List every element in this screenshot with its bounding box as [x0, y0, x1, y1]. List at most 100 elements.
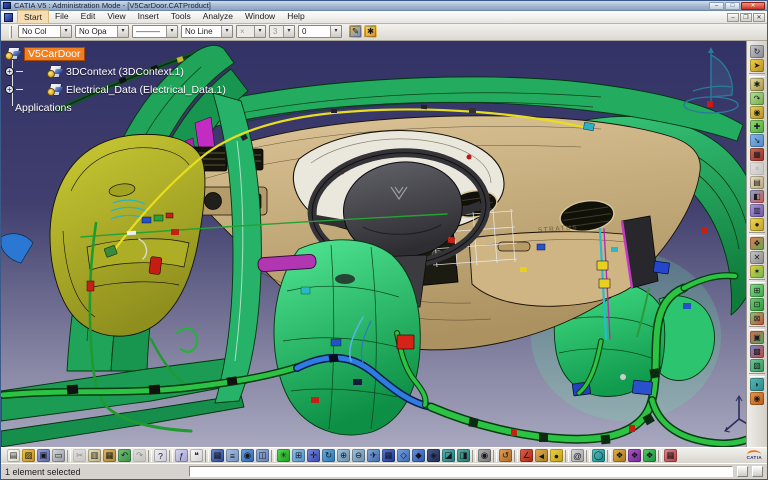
menu-item[interactable]: Start: [17, 10, 49, 24]
menu-item[interactable]: Help: [281, 10, 310, 24]
iso-view-icon[interactable]: ◇: [397, 449, 410, 462]
at-symbol-icon[interactable]: @: [571, 449, 584, 462]
hide-show-icon[interactable]: ◪: [442, 449, 455, 462]
fly-mode-icon[interactable]: ✳: [277, 449, 290, 462]
view-mode-icon[interactable]: ↻: [750, 45, 764, 58]
toolbar-separator[interactable]: [749, 232, 765, 236]
undo-icon[interactable]: ↶: [118, 449, 131, 462]
normal-view-icon[interactable]: ✈: [367, 449, 380, 462]
fit-all-in-icon[interactable]: ⊞: [292, 449, 305, 462]
instantiate-icon[interactable]: ▫: [750, 162, 764, 175]
mdi-minimize-button[interactable]: –: [727, 13, 739, 22]
comment-icon[interactable]: ❝: [190, 449, 203, 462]
material-green-icon[interactable]: ❖: [643, 449, 656, 462]
menu-item[interactable]: File: [49, 10, 75, 24]
status-button-2[interactable]: [752, 466, 763, 477]
maximize-button[interactable]: □: [725, 2, 740, 10]
toolbar-separator[interactable]: [148, 450, 152, 462]
toolbar-separator[interactable]: [607, 450, 611, 462]
arrange-arrows-icon[interactable]: ✶: [750, 265, 764, 278]
opacity-combo[interactable]: No Opa ▾: [75, 25, 129, 38]
cubes-cluster-icon[interactable]: ▣: [750, 331, 764, 344]
toolbar-separator[interactable]: [493, 450, 497, 462]
material-gold-icon[interactable]: ❖: [613, 449, 626, 462]
shading-edges-icon[interactable]: ◈: [427, 449, 440, 462]
menu-item[interactable]: Analyze: [197, 10, 239, 24]
chevron-down-icon[interactable]: ▾: [166, 26, 177, 37]
toolbar-grip[interactable]: [9, 26, 12, 38]
pan-icon[interactable]: ✛: [307, 449, 320, 462]
painter-icon[interactable]: ✎: [349, 25, 362, 38]
turntable-icon[interactable]: ↺: [499, 449, 512, 462]
layers-icon[interactable]: ▥: [750, 204, 764, 217]
toolbar-separator[interactable]: [586, 450, 590, 462]
chevron-down-icon[interactable]: ▾: [221, 26, 232, 37]
tree-item-3dcontext[interactable]: 3DContext (3DContext.1): [66, 66, 184, 78]
tree-item-v5cardoor[interactable]: V5CarDoor: [24, 47, 85, 61]
toolbar-separator[interactable]: [205, 450, 209, 462]
axis-tool-icon[interactable]: ✕: [750, 251, 764, 264]
part-arrow-icon[interactable]: ⊡: [750, 298, 764, 311]
matrix-tool-icon[interactable]: ▩: [750, 345, 764, 358]
add-branch-icon[interactable]: ✚: [750, 120, 764, 133]
toolbar-separator[interactable]: [514, 450, 518, 462]
document-icon[interactable]: [4, 13, 13, 22]
fill-color-combo[interactable]: No Col ▾: [18, 25, 72, 38]
new-document-icon[interactable]: ▤: [7, 449, 20, 462]
multi-branchable-icon[interactable]: ◉: [750, 106, 764, 119]
menu-item[interactable]: View: [101, 10, 131, 24]
menu-item[interactable]: Insert: [132, 10, 165, 24]
render-style-combo[interactable]: 3 ▾: [269, 25, 295, 38]
toolbar-separator[interactable]: [472, 450, 476, 462]
connector-cluster-icon[interactable]: ❖: [750, 237, 764, 250]
chevron-down-icon[interactable]: ▾: [117, 26, 128, 37]
layer-combo[interactable]: 0 ▾: [298, 25, 342, 38]
print-icon[interactable]: ▭: [52, 449, 65, 462]
part-flag-icon[interactable]: ⊠: [750, 312, 764, 325]
shell-tool-icon[interactable]: ◗: [750, 378, 764, 391]
toolbar-separator[interactable]: [169, 450, 173, 462]
toolbar-separator[interactable]: [658, 450, 662, 462]
toolbar-separator[interactable]: [749, 326, 765, 330]
material-purple-icon[interactable]: ❖: [628, 449, 641, 462]
copy-icon[interactable]: ▥: [88, 449, 101, 462]
toolbar-separator[interactable]: [271, 450, 275, 462]
point-symbol-combo[interactable]: × ▾: [236, 25, 266, 38]
chevron-down-icon[interactable]: ▾: [330, 26, 341, 37]
multi-view-icon[interactable]: ▦: [382, 449, 395, 462]
wizard-icon[interactable]: ✱: [364, 25, 377, 38]
toolbar-separator[interactable]: [565, 450, 569, 462]
chevron-down-icon[interactable]: ▾: [60, 26, 71, 37]
power-input-field[interactable]: [189, 466, 733, 477]
tree-expand-node[interactable]: +: [5, 85, 14, 94]
viewport-3d[interactable]: STRATUS: [1, 41, 767, 447]
toolbar-separator[interactable]: [67, 450, 71, 462]
protection-icon[interactable]: ▦: [750, 148, 764, 161]
formula-fx-icon[interactable]: ƒ: [175, 449, 188, 462]
mdi-close-button[interactable]: ✕: [753, 13, 765, 22]
publish-icon[interactable]: ◫: [256, 449, 269, 462]
route-definition-icon[interactable]: ↘: [750, 134, 764, 147]
assembly-icon[interactable]: ◧: [750, 190, 764, 203]
swap-space-icon[interactable]: ◨: [457, 449, 470, 462]
camera-icon[interactable]: ◉: [478, 449, 491, 462]
calculator-icon[interactable]: ▦: [211, 449, 224, 462]
close-button[interactable]: ✕: [741, 2, 765, 10]
line-type-combo[interactable]: ——— ▾: [132, 25, 178, 38]
tree-item-electrical-data[interactable]: Electrical_Data (Electrical_Data.1): [66, 84, 226, 96]
new-part-icon[interactable]: ⊞: [750, 284, 764, 297]
compass-origin[interactable]: [707, 101, 713, 107]
lock-icon[interactable]: ●: [550, 449, 563, 462]
shading-icon[interactable]: ◆: [412, 449, 425, 462]
bundle-segment-icon[interactable]: ↷: [750, 92, 764, 105]
tree-expand-node[interactable]: +: [5, 67, 14, 76]
sphere-tool-icon[interactable]: ●: [750, 218, 764, 231]
measure-icon[interactable]: ∠: [520, 449, 533, 462]
grid-icon[interactable]: ▦: [664, 449, 677, 462]
sheet-tool-icon[interactable]: ▧: [750, 359, 764, 372]
toolbar-separator[interactable]: [749, 373, 765, 377]
paste-icon[interactable]: ▦: [103, 449, 116, 462]
save-icon[interactable]: ▣: [37, 449, 50, 462]
ellipse-tool-icon[interactable]: ◯: [592, 449, 605, 462]
select-arrow-icon[interactable]: ➤: [750, 59, 764, 72]
